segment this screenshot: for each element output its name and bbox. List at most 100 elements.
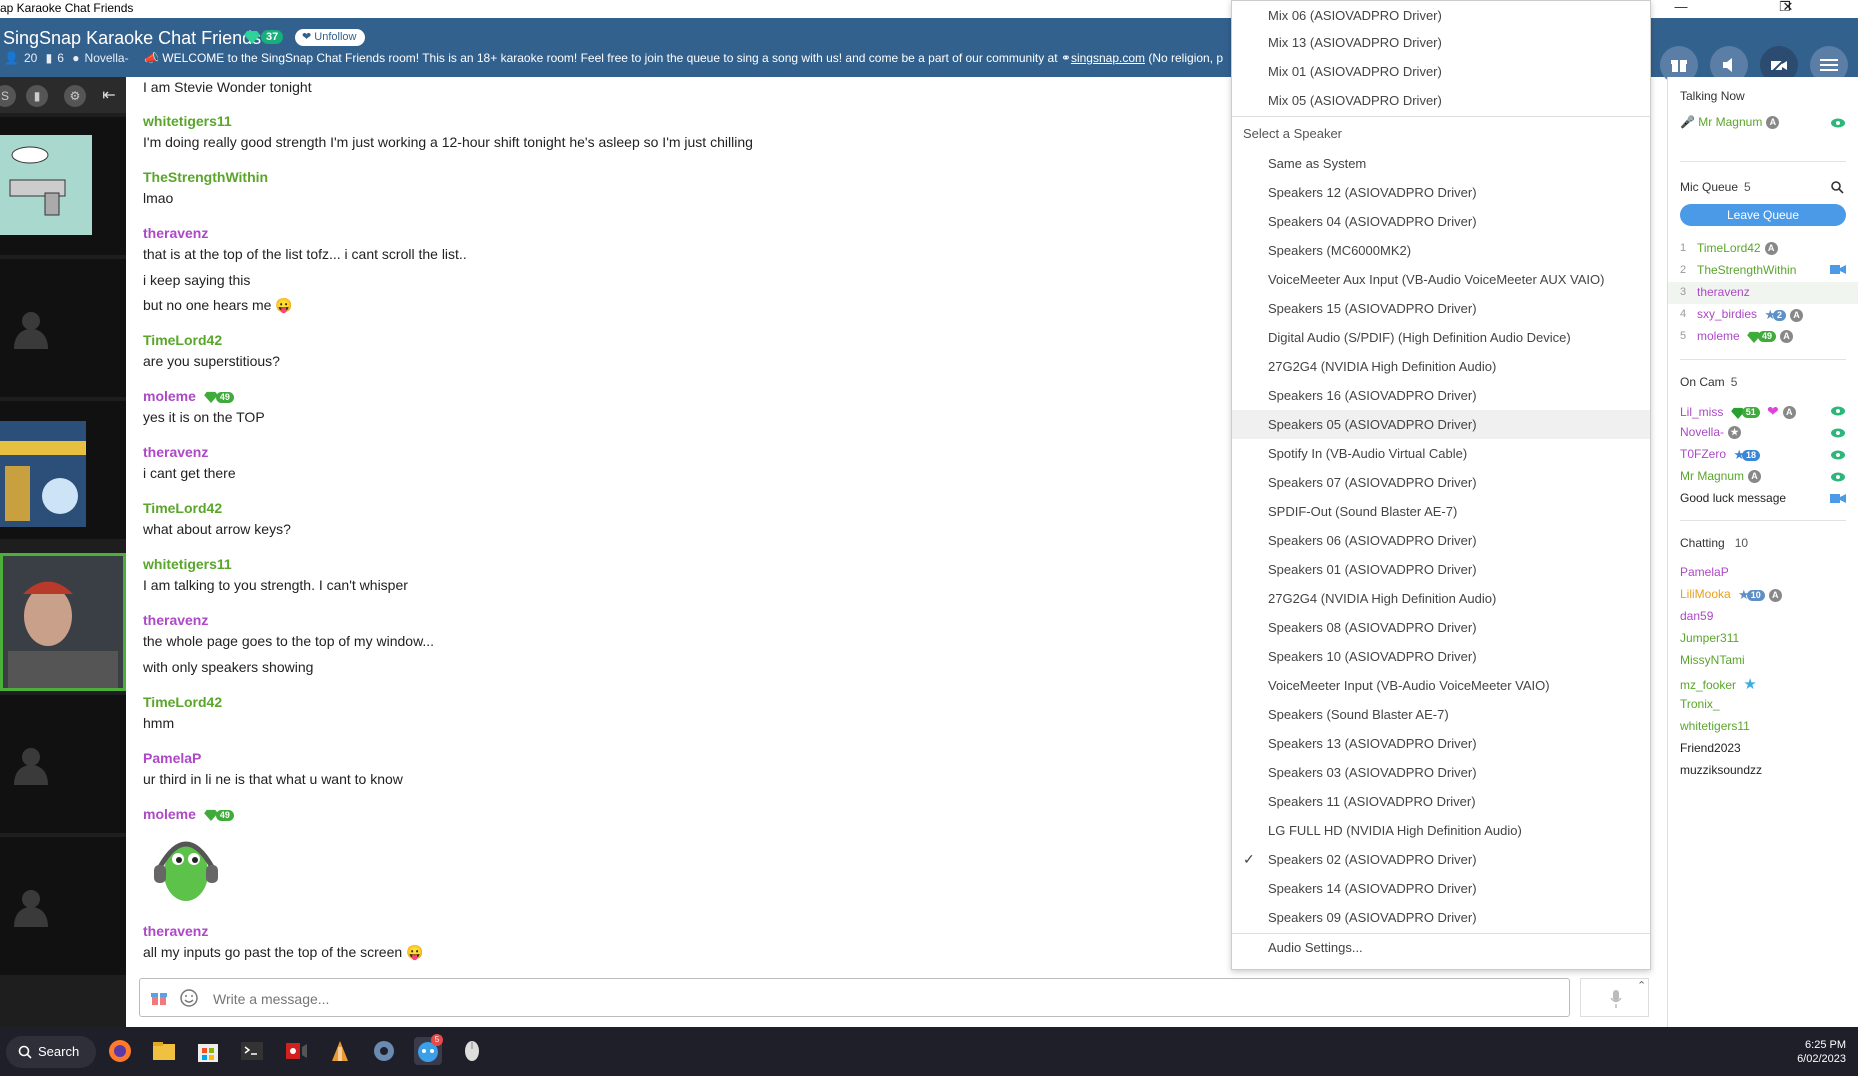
queue-user[interactable]: TheStrengthWithin [1697,263,1796,277]
singsnap-app-icon[interactable]: 5 [414,1034,443,1065]
speaker-item[interactable]: Speakers 07 (ASIOVADPRO Driver) [1232,468,1650,497]
unfollow-button[interactable]: ❤ Unfollow [295,29,366,46]
speaker-item[interactable]: SPDIF-Out (Sound Blaster AE-7) [1232,497,1650,526]
speaker-item[interactable]: Speakers 12 (ASIOVADPRO Driver) [1232,178,1650,207]
leave-queue-button[interactable]: Leave Queue [1680,204,1846,226]
on-cam-user[interactable]: T0FZero ★ 18 [1680,447,1761,463]
chatting-user[interactable]: MissyNTami [1680,653,1745,667]
mic-item[interactable]: Mix 13 (ASIOVADPRO Driver) [1232,28,1650,57]
terminal-icon[interactable] [238,1037,266,1065]
on-cam-user[interactable]: Good luck message [1680,491,1786,505]
settings-app-icon[interactable] [370,1037,398,1065]
collapse-icon[interactable]: ⇤ [98,85,120,107]
emoji-icon[interactable] [180,989,198,1007]
message-username[interactable]: theravenz [143,612,208,628]
on-cam-user[interactable]: Mr Magnum A [1680,469,1762,484]
message-username[interactable]: TimeLord42 [143,500,222,516]
message-username[interactable]: PamelaP [143,750,201,766]
queue-user[interactable]: sxy_birdies ★ 2 A [1697,307,1804,323]
cam-tile-empty[interactable] [0,837,126,975]
speaker-item[interactable]: LG FULL HD (NVIDIA High Definition Audio… [1232,816,1650,845]
speaker-item[interactable]: Speakers 11 (ASIOVADPRO Driver) [1232,787,1650,816]
message-username[interactable]: moleme [143,806,196,822]
cam-tile[interactable] [0,401,126,539]
taskbar-search-button[interactable]: Search [6,1036,96,1068]
speaker-item[interactable]: Speakers 01 (ASIOVADPRO Driver) [1232,555,1650,584]
share-icon[interactable]: S [0,85,16,107]
eye-icon[interactable] [1831,472,1845,482]
chatting-user[interactable]: Friend2023 [1680,741,1741,755]
message-username[interactable]: whitetigers11 [143,113,232,129]
speaker-item[interactable]: Speakers (MC6000MK2) [1232,236,1650,265]
message-username-row[interactable]: moleme 49 [143,806,234,822]
speaker-item[interactable]: Digital Audio (S/PDIF) (High Definition … [1232,323,1650,352]
camera-off-icon[interactable]: ▮ [26,85,48,107]
chatting-user[interactable]: muzziksoundzz [1680,763,1762,777]
eye-icon[interactable] [1831,406,1845,416]
chatting-user[interactable]: LiliMooka ★ 10 A [1680,587,1782,603]
cam-tile-empty[interactable] [0,695,126,833]
message-input[interactable] [213,988,1513,1010]
cam-tile[interactable] [0,117,126,255]
minimize-button[interactable]: — [1661,0,1701,18]
audio-app-icon[interactable] [326,1037,354,1065]
mic-item[interactable]: Mix 01 (ASIOVADPRO Driver) [1232,57,1650,86]
speaker-item[interactable]: VoiceMeeter Input (VB-Audio VoiceMeeter … [1232,671,1650,700]
chatting-user[interactable]: PamelaP [1680,565,1729,579]
speaker-item[interactable]: Same as System [1232,149,1650,178]
queue-user[interactable]: moleme 49 A [1697,329,1794,344]
chatting-user[interactable]: dan59 [1680,609,1713,623]
chatting-user[interactable]: whitetigers11 [1680,719,1750,733]
speaker-item[interactable]: Spotify In (VB-Audio Virtual Cable) [1232,439,1650,468]
message-username[interactable]: whitetigers11 [143,556,232,572]
on-cam-user[interactable]: Lil_miss 51 ❤ A [1680,403,1796,420]
speaker-item[interactable]: Speakers 03 (ASIOVADPRO Driver) [1232,758,1650,787]
file-explorer-icon[interactable] [150,1037,178,1065]
mouse-app-icon[interactable] [458,1037,486,1065]
chatting-user[interactable]: Tronix_ [1680,697,1720,711]
queue-user[interactable]: theravenz [1697,285,1750,299]
speaker-item[interactable]: Speakers 16 (ASIOVADPRO Driver) [1232,381,1650,410]
audio-settings-item[interactable]: Audio Settings... [1232,933,1650,962]
speaker-item[interactable]: Speakers 15 (ASIOVADPRO Driver) [1232,294,1650,323]
message-username[interactable]: TheStrengthWithin [143,169,268,185]
restore-button[interactable]: ❐ [1765,0,1805,18]
message-username[interactable]: theravenz [143,444,208,460]
talking-now-user[interactable]: 🎤 Mr Magnum A [1680,115,1780,130]
firefox-icon[interactable] [106,1037,134,1065]
mic-item[interactable]: Mix 05 (ASIOVADPRO Driver) [1232,86,1650,115]
cam-tile-empty[interactable] [0,259,126,397]
chevron-up-icon[interactable]: ⌃ [1637,979,1646,992]
speaker-item[interactable]: 27G2G4 (NVIDIA High Definition Audio) [1232,352,1650,381]
speaker-item[interactable]: Speakers (Sound Blaster AE-7) [1232,700,1650,729]
message-username[interactable]: TimeLord42 [143,332,222,348]
speaker-item[interactable]: Speakers 10 (ASIOVADPRO Driver) [1232,642,1650,671]
speaker-item[interactable]: 27G2G4 (NVIDIA High Definition Audio) [1232,584,1650,613]
message-username[interactable]: TimeLord42 [143,694,222,710]
speaker-item[interactable]: Speakers 14 (ASIOVADPRO Driver) [1232,874,1650,903]
gear-icon[interactable]: ⚙ [64,85,86,107]
speaker-item[interactable]: VoiceMeeter Aux Input (VB-Audio VoiceMee… [1232,265,1650,294]
speaker-item-hovered[interactable]: Speakers 05 (ASIOVADPRO Driver) [1232,410,1650,439]
welcome-link[interactable]: singsnap.com [1071,51,1145,65]
queue-user[interactable]: TimeLord42 A [1697,241,1778,256]
search-icon[interactable] [1831,181,1844,194]
message-username[interactable]: moleme [143,388,196,404]
message-username-row[interactable]: moleme 49 [143,388,234,404]
speaker-item[interactable]: Speakers 04 (ASIOVADPRO Driver) [1232,207,1650,236]
speaker-item[interactable]: Speakers 09 (ASIOVADPRO Driver) [1232,903,1650,932]
message-username[interactable]: theravenz [143,923,208,939]
chatting-user[interactable]: mz_fooker ★ [1680,675,1757,693]
cam-tile-active[interactable] [0,553,126,691]
system-clock[interactable]: 6:25 PM 6/02/2023 [1770,1038,1846,1066]
speaker-item[interactable]: Speakers 13 (ASIOVADPRO Driver) [1232,729,1650,758]
mic-button[interactable]: ⌃ [1580,978,1649,1017]
chatting-user[interactable]: Jumper311 [1680,631,1739,645]
speaker-item[interactable]: Speakers 06 (ASIOVADPRO Driver) [1232,526,1650,555]
message-username[interactable]: theravenz [143,225,208,241]
speaker-item-selected[interactable]: ✓ Speakers 02 (ASIOVADPRO Driver) [1232,845,1650,874]
speaker-item[interactable]: Speakers 08 (ASIOVADPRO Driver) [1232,613,1650,642]
gift-icon[interactable] [150,989,168,1007]
store-icon[interactable] [194,1037,222,1065]
mic-item[interactable]: Mix 06 (ASIOVADPRO Driver) [1232,1,1650,30]
